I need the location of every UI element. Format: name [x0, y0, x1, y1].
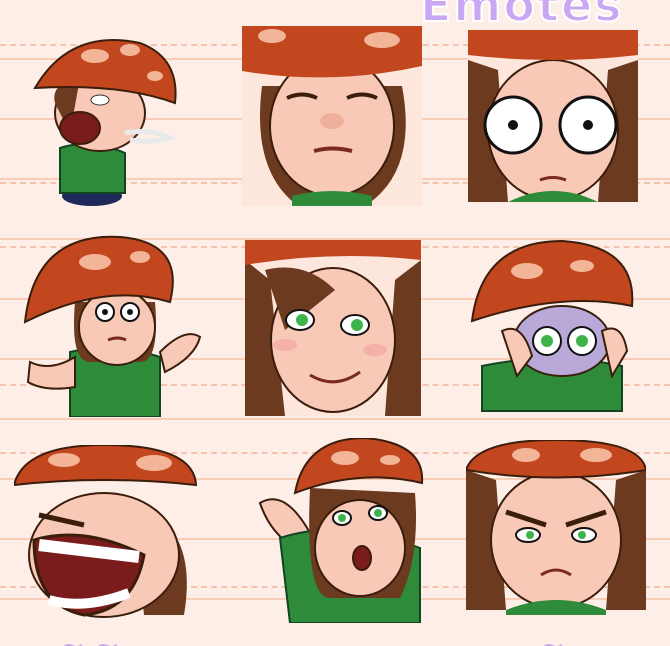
emote-shrug: [20, 232, 205, 417]
decor-swirl: ~: [540, 629, 565, 646]
emote-smug: [245, 240, 421, 416]
emote-unimpressed: [242, 26, 422, 206]
emote-sheet: Emotes: [0, 0, 670, 646]
emote-angry: [466, 440, 646, 615]
title-fragment: Emotes: [419, 0, 624, 33]
emote-coughing: [30, 28, 180, 208]
emote-shocked: [468, 30, 638, 202]
decor-swirl: ~ ~: [60, 629, 120, 646]
emote-surprised: [250, 438, 425, 623]
emote-peek: [462, 236, 642, 416]
emote-rage: [14, 445, 199, 625]
